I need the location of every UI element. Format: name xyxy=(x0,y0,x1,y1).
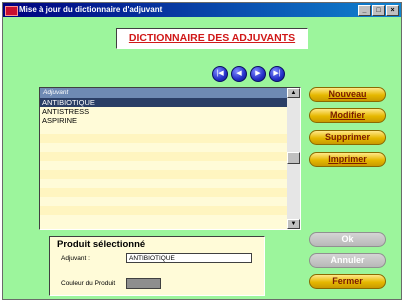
previous-record-button[interactable]: ◀ xyxy=(231,66,247,82)
nouveau-button[interactable]: Nouveau xyxy=(309,87,386,102)
selected-product-panel: Produit sélectionné Adjuvant : ANTIBIOTI… xyxy=(49,236,265,296)
adjuvant-label: Adjuvant : xyxy=(61,255,90,262)
maximize-button[interactable]: □ xyxy=(372,5,385,16)
panel-title: Produit sélectionné xyxy=(57,239,146,250)
scroll-down-icon[interactable]: ▼ xyxy=(287,219,300,229)
list-scrollbar[interactable]: ▲ ▼ xyxy=(287,88,300,229)
color-label: Couleur du Produit xyxy=(61,280,116,287)
modifier-button[interactable]: Modifier xyxy=(309,108,386,123)
annuler-button[interactable]: Annuler xyxy=(309,253,386,268)
window-title: Mise à jour du dictionnaire d'adjuvant xyxy=(19,5,163,14)
scroll-up-icon[interactable]: ▲ xyxy=(287,88,300,98)
window-controls: _ □ × xyxy=(358,5,399,16)
empty-row xyxy=(40,152,287,161)
empty-row xyxy=(40,206,287,215)
fermer-button[interactable]: Fermer xyxy=(309,274,386,289)
product-color-swatch[interactable] xyxy=(126,278,161,289)
app-icon[interactable] xyxy=(5,6,18,16)
ok-button[interactable]: Ok xyxy=(309,232,386,247)
empty-row xyxy=(40,188,287,197)
list-item[interactable]: ANTIBIOTIQUE xyxy=(40,98,287,107)
adjuvant-field[interactable]: ANTIBIOTIQUE xyxy=(126,253,252,263)
scroll-thumb[interactable] xyxy=(287,152,300,164)
list-item[interactable]: ASPIRINE xyxy=(40,116,287,125)
minimize-button[interactable]: _ xyxy=(358,5,371,16)
empty-row xyxy=(40,134,287,143)
close-button[interactable]: × xyxy=(386,5,399,16)
last-record-button[interactable]: ▶| xyxy=(269,66,285,82)
list-item[interactable]: ANTISTRESS xyxy=(40,107,287,116)
list-column-header[interactable]: Adjuvant xyxy=(40,88,287,98)
imprimer-button[interactable]: Imprimer xyxy=(309,152,386,167)
supprimer-button[interactable]: Supprimer xyxy=(309,130,386,145)
next-record-button[interactable]: ▶ xyxy=(250,66,266,82)
title-bar[interactable]: Mise à jour du dictionnaire d'adjuvant _… xyxy=(3,3,401,17)
first-record-button[interactable]: |◀ xyxy=(212,66,228,82)
page-title: DICTIONNAIRE DES ADJUVANTS xyxy=(116,28,308,49)
adjuvant-list[interactable]: Adjuvant ANTIBIOTIQUE ANTISTRESS ASPIRIN… xyxy=(39,87,301,230)
empty-row xyxy=(40,170,287,179)
main-window: Mise à jour du dictionnaire d'adjuvant _… xyxy=(2,2,402,300)
